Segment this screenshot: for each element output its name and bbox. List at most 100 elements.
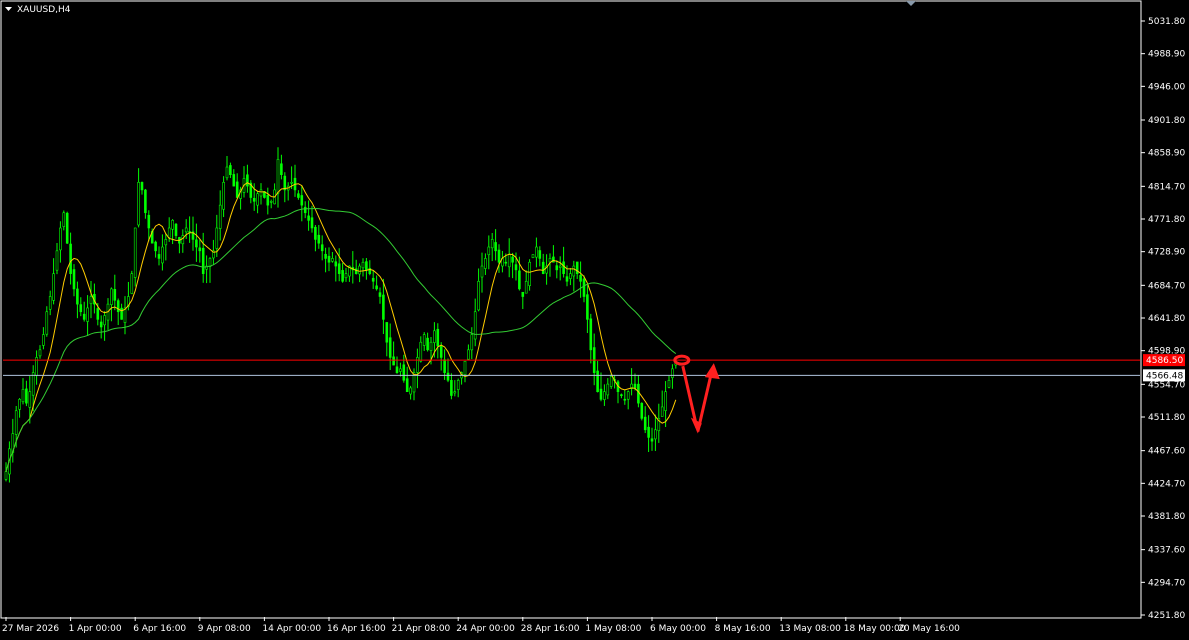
candle-body: [48, 296, 52, 310]
candle-body: [99, 321, 103, 328]
x-tick-label: 24 Apr 00:00: [456, 624, 515, 634]
candle-body: [521, 291, 525, 297]
candle-body: [144, 189, 147, 214]
candle-body: [310, 217, 314, 229]
candle-body: [167, 227, 171, 238]
candle-body: [147, 214, 151, 229]
candle-body: [436, 328, 440, 347]
candle-body: [358, 265, 361, 275]
y-tick-label: 4381.80: [1148, 512, 1185, 522]
candle-body: [130, 273, 134, 294]
candle-body: [429, 341, 433, 351]
candle-body: [38, 349, 42, 357]
symbol-title: XAUUSD,H4: [17, 5, 71, 15]
y-tick-label: 4814.70: [1148, 182, 1185, 192]
x-tick-label: 27 Mar 2026: [2, 624, 59, 634]
candle-body: [324, 253, 327, 259]
candle-body: [337, 263, 341, 274]
candle-body: [643, 416, 647, 431]
candle-body: [79, 304, 83, 313]
candle-body: [378, 292, 382, 297]
candle-body: [541, 261, 545, 274]
y-tick-label: 4598.90: [1148, 347, 1185, 357]
candle-body: [341, 270, 344, 282]
candle-body: [42, 334, 45, 346]
candle-body: [596, 370, 599, 393]
candle-body: [375, 285, 378, 290]
candle-body: [195, 239, 198, 248]
candle-body: [535, 246, 538, 258]
candle-body: [422, 334, 426, 346]
candle-body: [52, 273, 55, 301]
candle-body: [215, 227, 219, 249]
candle-body: [463, 360, 467, 375]
candle-body: [453, 391, 457, 394]
candle-body: [531, 254, 535, 258]
y-tick-label: 4946.00: [1148, 82, 1185, 92]
candle-body: [320, 244, 324, 252]
x-tick-label: 18 May 00:00: [844, 624, 906, 634]
candle-body: [116, 300, 120, 313]
y-tick-label: 5031.80: [1148, 17, 1185, 27]
y-tick-label: 4337.60: [1148, 546, 1185, 556]
candle-body: [490, 239, 494, 249]
candle-body: [660, 406, 664, 417]
candle-body: [314, 226, 317, 240]
candle-body: [59, 227, 62, 251]
candle-body: [110, 288, 113, 305]
y-tick-label: 4251.80: [1148, 611, 1185, 621]
y-tick-label: 4554.70: [1148, 380, 1185, 390]
candle-body: [626, 391, 630, 400]
x-tick-label: 6 Apr 16:00: [133, 624, 186, 634]
candle-body: [633, 383, 637, 389]
y-tick-label: 4467.60: [1148, 447, 1185, 457]
candle-body: [650, 438, 654, 442]
candle-body: [28, 391, 32, 408]
candle-body: [86, 307, 89, 322]
candle-body: [82, 313, 86, 320]
candle-body: [72, 269, 76, 290]
candle-body: [623, 398, 627, 401]
candle-body: [569, 273, 572, 279]
x-tick-label: 16 Apr 16:00: [327, 624, 386, 634]
candle-body: [222, 181, 225, 210]
candle-body: [161, 246, 164, 264]
candle-body: [25, 388, 28, 404]
candle-body: [671, 368, 674, 378]
candle-body: [225, 166, 229, 179]
x-tick-label: 20 May 16:00: [898, 624, 960, 634]
price-chart[interactable]: 4586.504566.48 5031.804988.904946.004901…: [0, 0, 1189, 640]
candle-body: [382, 294, 385, 320]
candle-body: [667, 379, 671, 388]
x-tick-label: 28 Apr 16:00: [521, 624, 580, 634]
candle-body: [283, 175, 287, 191]
y-tick-label: 4771.80: [1148, 215, 1185, 225]
candle-body: [365, 261, 368, 271]
candle-body: [361, 261, 365, 269]
candle-body: [599, 388, 603, 400]
candle-body: [65, 212, 69, 244]
y-tick-label: 4641.80: [1148, 314, 1185, 324]
candle-body: [456, 379, 460, 390]
candle-body: [572, 265, 576, 277]
candle-body: [409, 387, 412, 395]
y-tick-label: 4424.70: [1148, 479, 1185, 489]
candle-body: [473, 311, 477, 340]
candle-body: [497, 249, 501, 263]
candle-body: [548, 258, 552, 263]
candle-body: [654, 429, 657, 440]
candle-body: [579, 275, 582, 282]
candle-body: [562, 261, 565, 274]
candle-body: [439, 346, 443, 358]
candle-body: [538, 250, 542, 259]
candle-body: [232, 174, 236, 187]
candle-body: [443, 359, 446, 373]
candle-body: [18, 399, 21, 410]
candle-body: [76, 288, 79, 305]
candle-body: [487, 246, 491, 256]
candle-body: [518, 270, 521, 290]
candle-body: [371, 277, 375, 282]
candle-body: [467, 349, 470, 360]
candle-body: [395, 366, 399, 373]
candle-body: [514, 264, 518, 271]
